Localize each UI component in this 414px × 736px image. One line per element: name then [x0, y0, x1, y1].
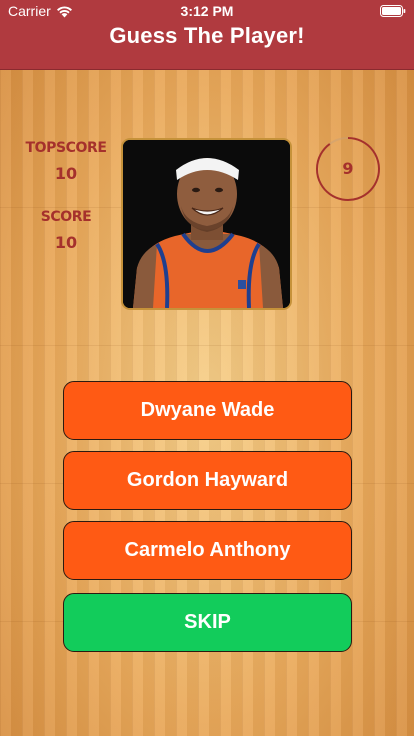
player-photo — [121, 138, 292, 310]
topscore-label: TOPSCORE — [25, 140, 107, 156]
score-label: SCORE — [40, 209, 92, 225]
page-title: Guess The Player! — [109, 23, 305, 48]
score-value: 10 — [54, 233, 78, 252]
answer-button-3[interactable]: Carmelo Anthony — [63, 521, 352, 580]
topscore-panel: TOPSCORE 10 — [24, 140, 108, 183]
status-time: 3:12 PM — [180, 3, 234, 19]
timer-value: 9 — [342, 159, 354, 178]
battery-icon — [380, 5, 406, 17]
skip-button[interactable]: SKIP — [63, 593, 352, 652]
answer-button-2[interactable]: Gordon Hayward — [63, 451, 352, 510]
status-bar: Carrier 3:12 PM — [0, 0, 414, 22]
answer-button-1[interactable]: Dwyane Wade — [63, 381, 352, 440]
topscore-value: 10 — [54, 164, 78, 183]
score-panel: SCORE 10 — [24, 209, 108, 252]
app-header: Carrier 3:12 PM Guess The Player! — [0, 0, 414, 70]
player-photo-image — [123, 140, 290, 308]
countdown-timer: 9 — [315, 136, 381, 202]
